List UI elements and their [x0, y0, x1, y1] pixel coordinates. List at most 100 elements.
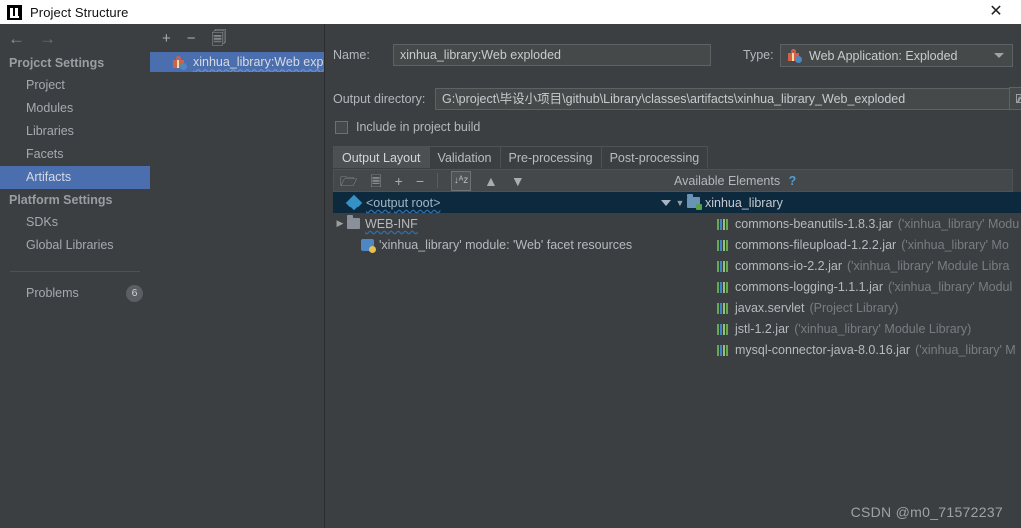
artifact-icon	[172, 55, 187, 70]
jar-icon	[717, 302, 730, 314]
tab-validation[interactable]: Validation	[428, 146, 501, 168]
available-elements-header: Available Elements ?	[674, 170, 796, 193]
tree-row-label: <output root>	[366, 195, 441, 210]
sidebar-item-artifacts[interactable]: Artifacts	[0, 166, 150, 189]
jar-icon	[717, 281, 730, 293]
tree-row-output-root[interactable]: <output root>	[333, 192, 673, 213]
sidebar-item-sdks[interactable]: SDKs	[0, 211, 150, 234]
tree-expander[interactable]: ▶	[333, 218, 347, 229]
list-item[interactable]: commons-fileupload-1.2.2.jar ('xinhua_li…	[673, 234, 1021, 255]
toolbar-divider	[437, 173, 439, 188]
artifact-editor-panel: Name: Type: Web Application: Exploded Ou…	[325, 24, 1021, 528]
jar-icon	[717, 323, 730, 335]
problems-count-badge: 6	[126, 285, 143, 302]
tab-post-processing[interactable]: Post-processing	[600, 146, 709, 168]
sidebar-group-project-settings: Projcct Settings	[9, 56, 105, 70]
type-label: Type:	[743, 48, 774, 62]
plus-dropdown-icon[interactable]: +	[395, 174, 403, 188]
available-elements-tree: ▼ xinhua_library commons-beanutils-1.8.3…	[673, 192, 1021, 522]
folder-open-icon[interactable]	[1009, 87, 1021, 110]
jar-name: mysql-connector-java-8.0.16.jar	[735, 342, 911, 357]
jar-source: ('xinhua_library' Modul	[888, 279, 1013, 294]
type-dropdown[interactable]: Web Application: Exploded	[780, 44, 1013, 67]
tab-pre-processing[interactable]: Pre-processing	[499, 146, 602, 168]
jar-source: ('xinhua_library' Module Libra	[846, 258, 1010, 273]
artifact-list-item[interactable]: xinhua_library:Web exp	[150, 52, 324, 72]
nav-arrows: ← →	[0, 24, 150, 52]
tab-output-layout[interactable]: Output Layout	[333, 146, 430, 168]
tree-expander[interactable]: ▼	[673, 198, 687, 208]
folder-open-glyph	[1016, 94, 1021, 103]
name-type-row: Name: Type: Web Application: Exploded	[333, 44, 1013, 67]
folder-icon	[347, 215, 360, 229]
chevron-down-icon	[994, 53, 1004, 58]
sidebar-item-global-libraries[interactable]: Global Libraries	[0, 234, 150, 257]
arrow-right-icon[interactable]: →	[39, 30, 56, 47]
jar-name: commons-fileupload-1.2.2.jar	[735, 237, 897, 252]
output-layout-tree: <output root> ▶ WEB-INF 'xinhua_library'…	[333, 192, 673, 522]
arrow-left-icon[interactable]: ←	[8, 30, 25, 47]
arrow-down-icon[interactable]: ▼	[511, 174, 525, 188]
sidebar-item-modules[interactable]: Modules	[0, 97, 150, 120]
scroll-down-caret-icon[interactable]	[659, 192, 673, 213]
watermark: CSDN @m0_71572237	[850, 504, 1003, 520]
jar-name: javax.servlet	[735, 300, 805, 315]
include-in-build-checkbox[interactable]	[335, 120, 348, 134]
sidebar-item-facets[interactable]: Facets	[0, 143, 150, 166]
tree-row-module-root[interactable]: ▼ xinhua_library	[673, 192, 1021, 213]
name-label: Name:	[333, 48, 370, 62]
include-in-build-label: Include in project build	[356, 120, 481, 134]
tree-row-facet-resources[interactable]: 'xinhua_library' module: 'Web' facet res…	[333, 234, 673, 255]
close-icon[interactable]: ✕	[981, 0, 1011, 24]
output-directory-input[interactable]	[435, 87, 1010, 110]
jar-name: jstl-1.2.jar	[735, 321, 790, 336]
sidebar-divider	[10, 271, 140, 272]
jar-icon	[717, 218, 730, 230]
title-bar: Project Structure ✕	[0, 0, 1021, 24]
output-directory-label: Output directory:	[333, 91, 426, 106]
help-question-icon[interactable]: ?	[789, 174, 797, 188]
list-item[interactable]: mysql-connector-java-8.0.16.jar ('xinhua…	[673, 339, 1021, 360]
list-item[interactable]: javax.servlet (Project Library)	[673, 297, 1021, 318]
artifacts-list-panel: + − 🗐 xinhua_library:Web exp	[150, 24, 325, 528]
sidebar-item-problems[interactable]: Problems 6	[0, 281, 150, 305]
artifact-icon	[787, 49, 802, 63]
sidebar-item-project[interactable]: Project	[0, 74, 150, 97]
jar-name: commons-logging-1.1.1.jar	[735, 279, 883, 294]
jar-icon	[717, 260, 730, 272]
sidebar-item-libraries[interactable]: Libraries	[0, 120, 150, 143]
tree-row-label: 'xinhua_library' module: 'Web' facet res…	[379, 237, 633, 252]
arrow-up-icon[interactable]: ▲	[484, 174, 498, 188]
jar-source: ('xinhua_library' Mo	[901, 237, 1009, 252]
new-archive-icon[interactable]: 🗏	[370, 174, 381, 188]
jar-source: (Project Library)	[809, 300, 899, 315]
tree-row-label: xinhua_library	[705, 195, 783, 210]
problems-label: Problems	[26, 286, 79, 300]
copy-icon[interactable]: 🗐	[212, 31, 227, 46]
name-input[interactable]	[393, 44, 711, 66]
jar-icon	[717, 344, 730, 356]
list-item[interactable]: jstl-1.2.jar ('xinhua_library' Module Li…	[673, 318, 1021, 339]
artifact-tabs: Output Layout Validation Pre-processing …	[333, 146, 709, 168]
sort-az-icon[interactable]: ↓ᴬz	[451, 170, 472, 191]
list-item[interactable]: commons-io-2.2.jar ('xinhua_library' Mod…	[673, 255, 1021, 276]
intellij-idea-logo-icon	[7, 4, 22, 20]
list-item[interactable]: commons-logging-1.1.1.jar ('xinhua_libra…	[673, 276, 1021, 297]
tree-row-web-inf[interactable]: ▶ WEB-INF	[333, 213, 673, 234]
type-dropdown-value: Web Application: Exploded	[809, 48, 958, 63]
facet-icon	[361, 238, 376, 253]
sidebar-group-platform-settings: Platform Settings	[9, 193, 113, 207]
module-icon	[687, 194, 702, 210]
minus-icon[interactable]: −	[416, 174, 424, 188]
jar-source: ('xinhua_library' Module Library)	[794, 321, 972, 336]
output-root-icon	[345, 194, 363, 211]
new-folder-icon[interactable]: 🗁	[340, 174, 357, 188]
list-item[interactable]: commons-beanutils-1.8.3.jar ('xinhua_lib…	[673, 213, 1021, 234]
minus-icon[interactable]: −	[187, 31, 196, 46]
project-structure-dialog: Project Structure ✕ ← → Projcct Settings…	[0, 0, 1021, 528]
output-layout-toolbar: 🗁 🗏 + − ↓ᴬz ▲ ▼ Available Elements ?	[333, 169, 1013, 192]
window-title: Project Structure	[30, 4, 129, 20]
settings-sidebar: ← → Projcct Settings Project Modules Lib…	[0, 24, 150, 528]
include-in-build-row[interactable]: Include in project build	[335, 120, 480, 134]
plus-icon[interactable]: +	[162, 31, 171, 46]
